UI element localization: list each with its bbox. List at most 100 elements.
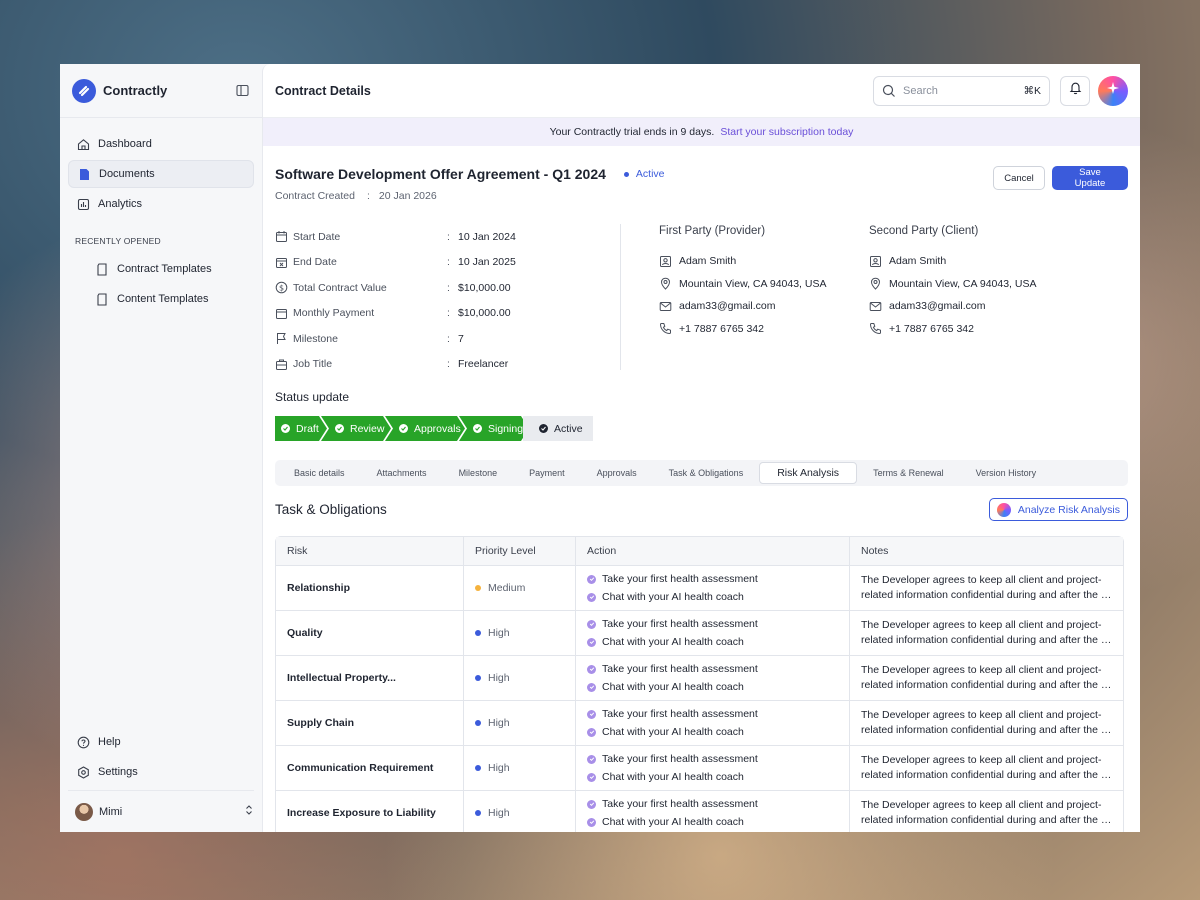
tab-task-obligations[interactable]: Task & Obligations bbox=[653, 462, 760, 484]
action-text: Chat with your AI health coach bbox=[602, 681, 744, 693]
contract-title: Software Development Offer Agreement - Q… bbox=[275, 166, 606, 182]
search-shortcut: ⌘K bbox=[1023, 84, 1041, 97]
status-step-active[interactable]: Active bbox=[523, 416, 593, 441]
sidebar-item-documents[interactable]: Documents bbox=[68, 160, 254, 188]
action-item[interactable]: Take your first health assessment bbox=[587, 705, 849, 723]
analytics-icon bbox=[76, 197, 90, 211]
party-phone-row: +1 7887 6765 342 bbox=[659, 318, 869, 341]
check-circle-icon bbox=[587, 592, 596, 602]
status-step-draft[interactable]: Draft bbox=[275, 416, 327, 441]
note-line: related information confidential during … bbox=[861, 814, 1113, 826]
party-title: Second Party (Client) bbox=[869, 225, 979, 237]
brand-name: Contractly bbox=[103, 83, 168, 98]
action-cell: Take your first health assessment Chat wi… bbox=[576, 611, 850, 656]
sidebar-item-help[interactable]: Help bbox=[68, 728, 254, 756]
check-circle-icon bbox=[587, 817, 596, 827]
action-cell: Take your first health assessment Chat wi… bbox=[576, 746, 850, 791]
check-circle-icon bbox=[587, 709, 596, 719]
subscription-link[interactable]: Start your subscription today bbox=[720, 126, 853, 138]
created-date: 20 Jan 2026 bbox=[378, 190, 437, 202]
priority-dot bbox=[475, 810, 481, 816]
priority-badge: High bbox=[475, 762, 575, 774]
action-item[interactable]: Take your first health assessment bbox=[587, 750, 849, 768]
priority-label: High bbox=[488, 672, 510, 684]
status-dot bbox=[623, 171, 629, 177]
tab-terms-renewal[interactable]: Terms & Renewal bbox=[857, 462, 960, 484]
cancel-button[interactable]: Cancel bbox=[993, 166, 1045, 190]
status-badge: Active bbox=[623, 168, 665, 180]
check-circle-icon bbox=[587, 727, 596, 737]
action-item[interactable]: Take your first health assessment bbox=[587, 615, 849, 633]
tab-payment[interactable]: Payment bbox=[513, 462, 581, 484]
action-item[interactable]: Chat with your AI health coach bbox=[587, 678, 849, 696]
action-item[interactable]: Take your first health assessment bbox=[587, 795, 849, 813]
action-item[interactable]: Chat with your AI health coach bbox=[587, 813, 849, 831]
notification-button[interactable] bbox=[1060, 75, 1090, 106]
action-item[interactable]: Chat with your AI health coach bbox=[587, 768, 849, 786]
tab-attachments[interactable]: Attachments bbox=[361, 462, 443, 484]
priority-cell: High bbox=[464, 746, 576, 791]
check-circle-icon bbox=[587, 637, 596, 647]
recent-item-label: Content Templates bbox=[117, 293, 209, 305]
party-phone-row: +1 7887 6765 342 bbox=[869, 318, 1079, 341]
sidebar-item-analytics[interactable]: Analytics bbox=[68, 190, 254, 218]
sidebar-collapse-icon[interactable] bbox=[234, 83, 250, 99]
table-header-row: Risk Priority Level Action Notes bbox=[276, 537, 1123, 566]
detail-label: Monthly Payment bbox=[293, 307, 375, 320]
action-item[interactable]: Take your first health assessment bbox=[587, 660, 849, 678]
check-circle-icon bbox=[587, 754, 596, 764]
recently-opened-label: RECENTLY OPENED bbox=[75, 236, 161, 246]
tab-risk-analysis[interactable]: Risk Analysis bbox=[759, 462, 858, 484]
detail-row: Job Title: Freelancer bbox=[275, 352, 620, 378]
detail-value: 10 Jan 2025 bbox=[458, 256, 516, 269]
app-window: Contractly Dashboard Documents Analytics… bbox=[60, 64, 1140, 832]
action-item[interactable]: Take your first health assessment bbox=[587, 570, 849, 588]
search-input[interactable]: Search ⌘K bbox=[873, 75, 1050, 106]
table-row[interactable]: Quality High Take your first health assess… bbox=[276, 611, 1123, 656]
status-step-signing[interactable]: Signing bbox=[459, 416, 529, 441]
table-row[interactable]: Intellectual Property... High Take your fi… bbox=[276, 656, 1123, 701]
analyze-risk-button[interactable]: Analyze Risk Analysis bbox=[988, 498, 1128, 521]
recent-item-contract-templates[interactable]: Contract Templates bbox=[68, 254, 254, 284]
tab-milestone[interactable]: Milestone bbox=[443, 462, 514, 484]
save-update-button[interactable]: Save Update bbox=[1052, 166, 1128, 190]
tab-approvals[interactable]: Approvals bbox=[581, 462, 653, 484]
first-party: First Party (Provider) Adam Smith Mounta… bbox=[659, 224, 869, 370]
contract-details-list: Start Date:10 Jan 2024 End Date:10 Jan 2… bbox=[275, 224, 621, 370]
check-circle-icon bbox=[587, 772, 596, 782]
created-label: Contract Created bbox=[275, 190, 355, 202]
priority-label: High bbox=[488, 762, 510, 774]
tab-basic-details[interactable]: Basic details bbox=[278, 462, 361, 484]
detail-row: Start Date:10 Jan 2024 bbox=[275, 224, 620, 250]
action-text: Chat with your AI health coach bbox=[602, 726, 744, 738]
user-card-icon bbox=[659, 255, 672, 268]
bell-icon bbox=[1069, 81, 1082, 100]
table-row[interactable]: Communication Requirement High Take your f… bbox=[276, 746, 1123, 791]
status-step-label: Signing bbox=[488, 422, 524, 435]
status-step-approvals[interactable]: Approvals bbox=[385, 416, 465, 441]
table-row[interactable]: Supply Chain High Take your first health a… bbox=[276, 701, 1123, 746]
action-item[interactable]: Chat with your AI health coach bbox=[587, 588, 849, 606]
status-step-review[interactable]: Review bbox=[321, 416, 391, 441]
action-item[interactable]: Chat with your AI health coach bbox=[587, 723, 849, 741]
status-step-label: Approvals bbox=[414, 422, 461, 435]
file-icon bbox=[96, 262, 109, 276]
contract-created: Contract Created:20 Jan 2026 bbox=[275, 190, 665, 202]
table-row[interactable]: Relationship Medium Take your first health… bbox=[276, 566, 1123, 611]
ai-assistant-button[interactable] bbox=[1098, 75, 1128, 106]
table-row[interactable]: Increase Exposure to Liability High Take y… bbox=[276, 791, 1123, 832]
action-text: Chat with your AI health coach bbox=[602, 591, 744, 603]
action-item[interactable]: Chat with your AI health coach bbox=[587, 633, 849, 651]
phone-icon bbox=[659, 322, 672, 335]
status-step-label: Draft bbox=[296, 422, 319, 435]
detail-colon: : bbox=[447, 307, 450, 320]
party-address: Mountain View, CA 94043, USA bbox=[679, 277, 827, 290]
sidebar-item-settings[interactable]: Settings bbox=[68, 758, 254, 786]
tab-version-history[interactable]: Version History bbox=[960, 462, 1053, 484]
sidebar-item-dashboard[interactable]: Dashboard bbox=[68, 130, 254, 158]
status-step-label: Active bbox=[554, 422, 583, 435]
priority-cell: High bbox=[464, 611, 576, 656]
party-name-row: Adam Smith bbox=[869, 250, 1079, 273]
recent-item-content-templates[interactable]: Content Templates bbox=[68, 284, 254, 314]
user-menu[interactable]: Mimi bbox=[68, 790, 254, 832]
